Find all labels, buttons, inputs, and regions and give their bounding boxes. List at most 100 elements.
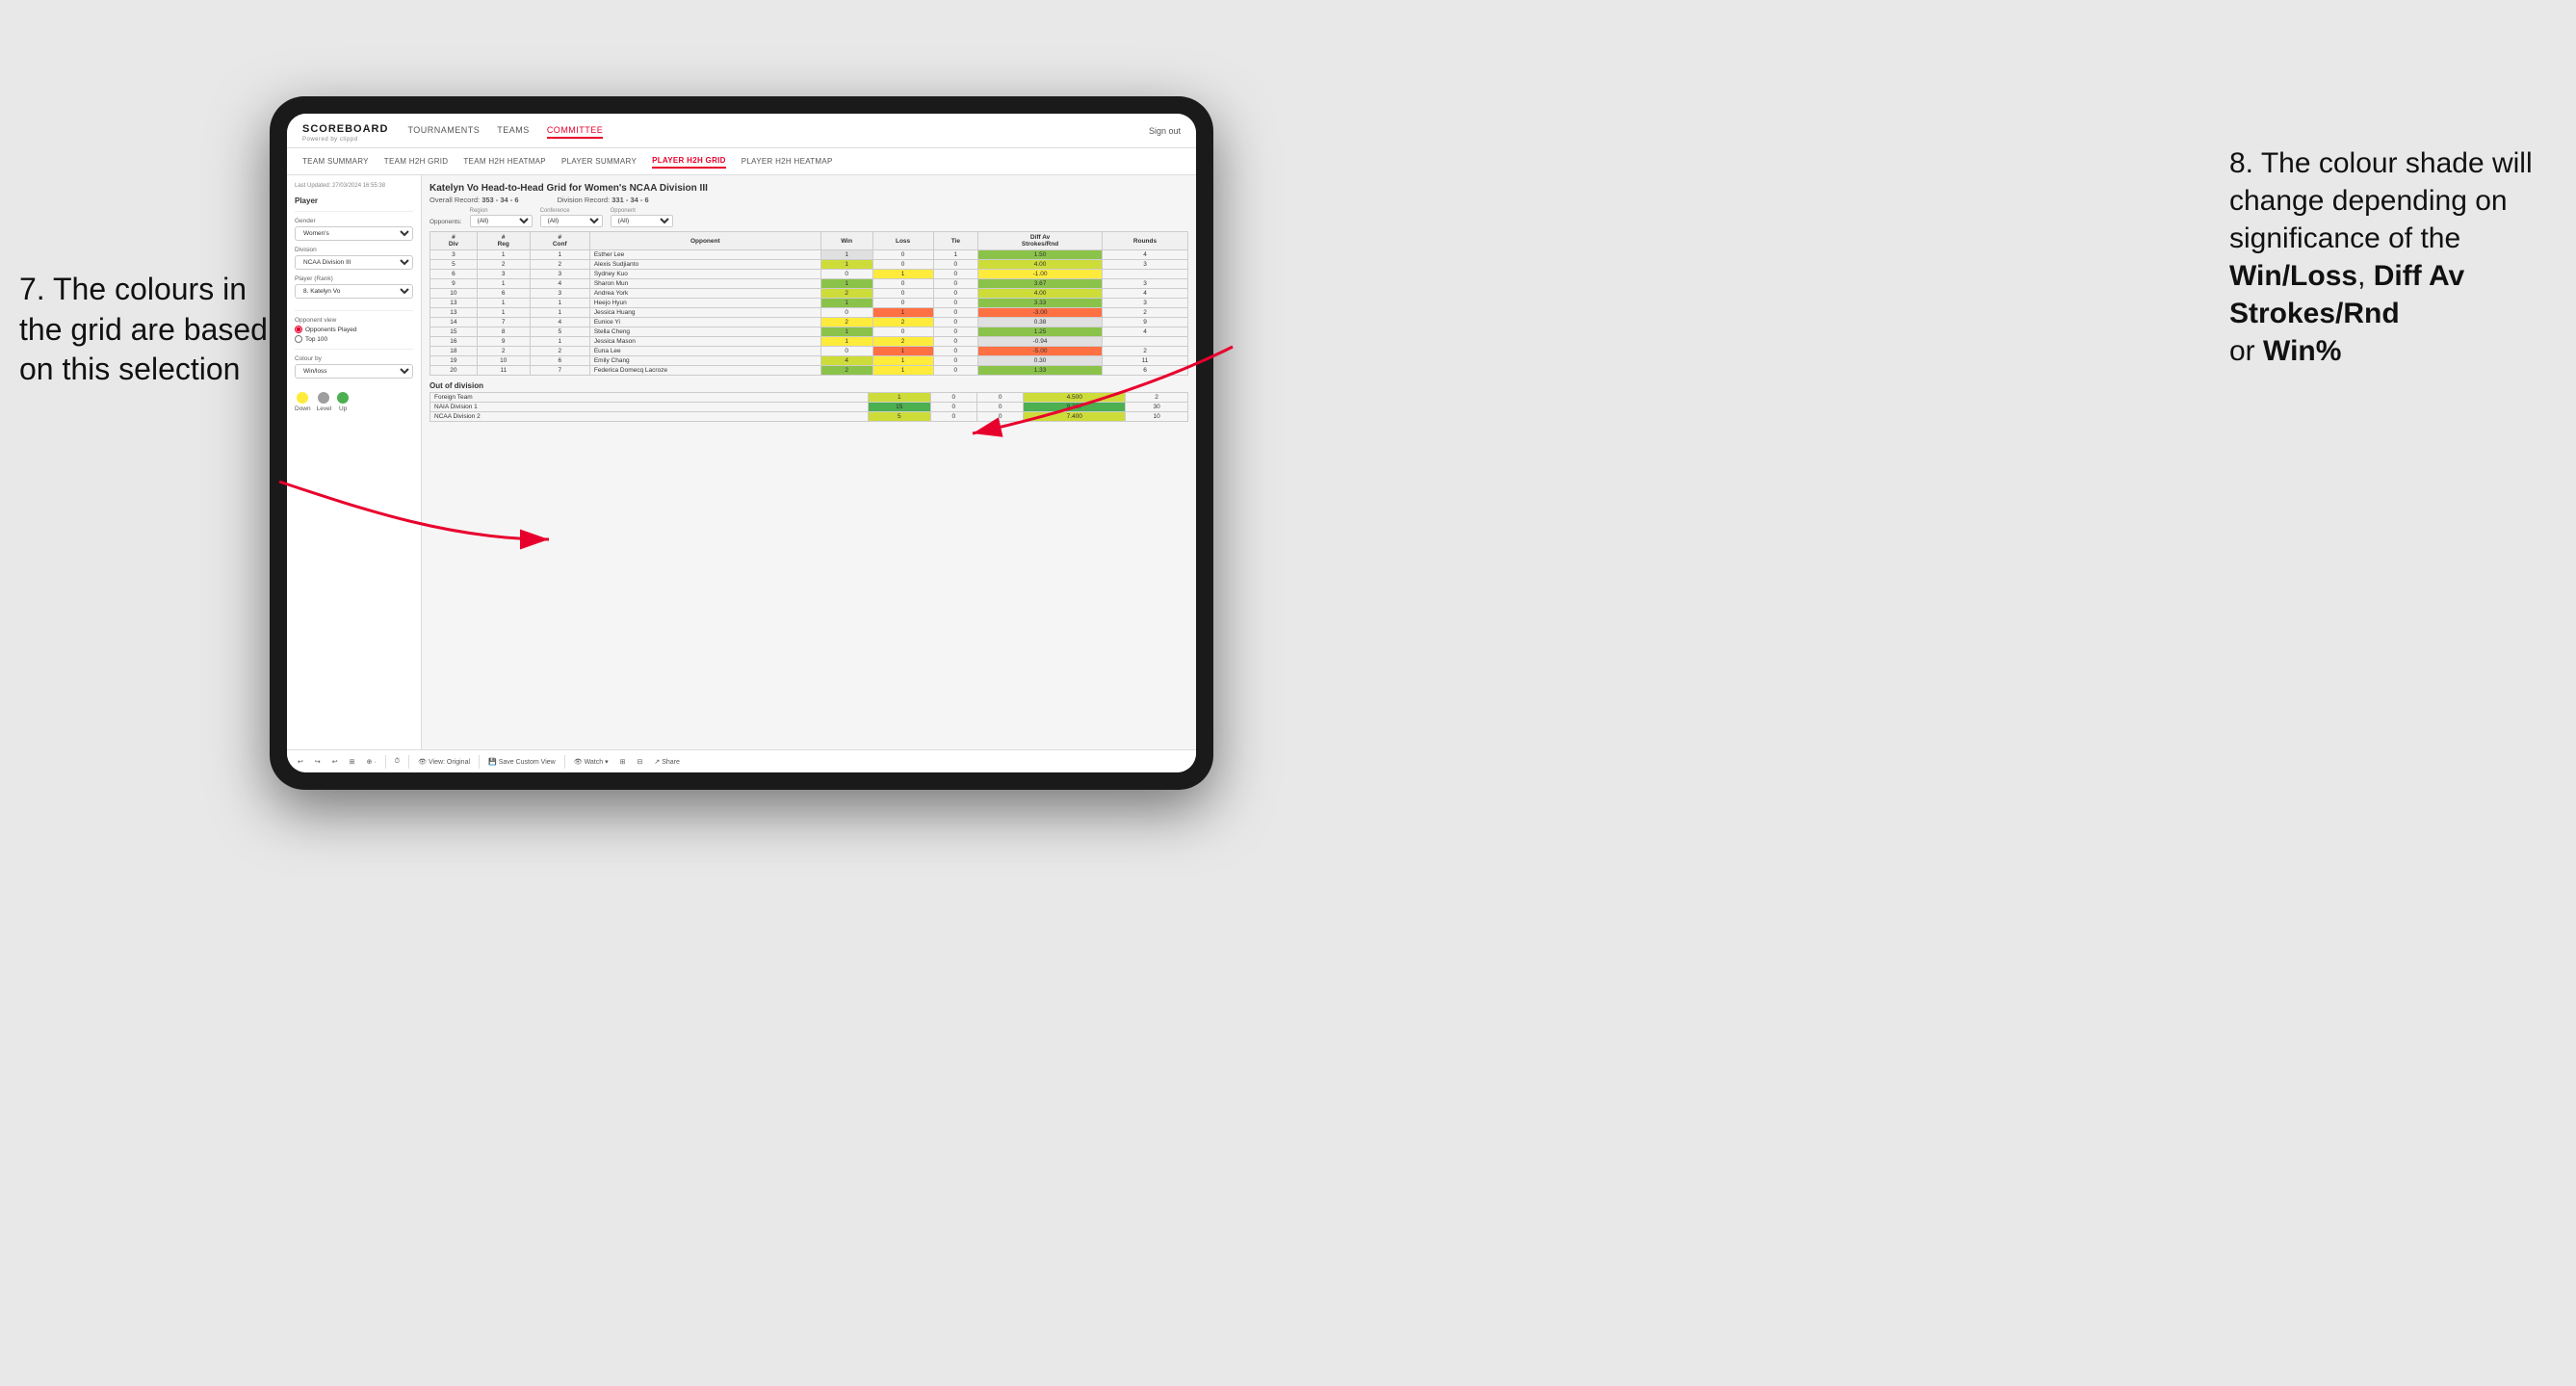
col-tie: Tie xyxy=(933,232,977,250)
redo2-button[interactable]: ↩ xyxy=(329,757,341,767)
sub-nav-team-summary[interactable]: TEAM SUMMARY xyxy=(302,155,369,168)
out-of-division-table: Foreign Team 1 0 0 4.500 2 NAIA Division… xyxy=(429,392,1188,422)
opponent-select[interactable]: (All) xyxy=(611,215,673,227)
legend-down-dot xyxy=(297,392,308,404)
layout-button[interactable]: ⊞ xyxy=(617,757,629,767)
grid-title-area: Katelyn Vo Head-to-Head Grid for Women's… xyxy=(429,183,1188,204)
app-navbar: SCOREBOARD Powered by clippd TOURNAMENTS… xyxy=(287,114,1196,148)
more-button[interactable]: ⊕ · xyxy=(364,757,379,767)
table-row: 5 2 2 Alexis Sudjianto 1 0 0 4.00 3 xyxy=(430,260,1188,270)
legend-down-label: Down xyxy=(295,405,311,412)
grid-main-title: Katelyn Vo Head-to-Head Grid for Women's… xyxy=(429,183,1188,194)
nav-committee[interactable]: COMMITTEE xyxy=(547,123,604,139)
legend-level: Level xyxy=(317,392,332,412)
panel-timestamp: Last Updated: 27/03/2024 16:55:38 xyxy=(295,183,413,189)
toolbar-divider-3 xyxy=(479,755,480,769)
bottom-toolbar: ↩ ↪ ↩ ⊞ ⊕ · ⏱ 👁 View: Original 💾 Save Cu… xyxy=(287,749,1196,772)
table-row: 3 1 1 Esther Lee 1 0 1 1.50 4 xyxy=(430,250,1188,260)
legend-up-label: Up xyxy=(339,405,347,412)
opponent-view-radio-group: Opponents Played Top 100 xyxy=(295,326,413,343)
toolbar-divider-4 xyxy=(564,755,565,769)
legend-down: Down xyxy=(295,392,311,412)
radio-top100[interactable]: Top 100 xyxy=(295,335,413,343)
col-reg: #Reg xyxy=(477,232,530,250)
table-row: 15 8 5 Stella Cheng 1 0 0 1.25 4 xyxy=(430,327,1188,337)
annotation-right: 8. The colour shade will change dependin… xyxy=(2229,144,2537,370)
region-filter: Region (All) xyxy=(470,208,533,227)
opponents-label: Opponents: xyxy=(429,219,462,225)
player-rank-label: Player (Rank) xyxy=(295,275,413,282)
region-label: Region xyxy=(470,208,533,214)
share-button[interactable]: ↗ Share xyxy=(651,757,683,767)
view-original-button[interactable]: 👁 View: Original xyxy=(415,757,473,767)
sub-nav-team-h2h-grid[interactable]: TEAM H2H GRID xyxy=(384,155,449,168)
conference-filter: Conference (All) xyxy=(540,208,603,227)
table-row: 18 2 2 Euna Lee 0 1 0 -5.00 2 xyxy=(430,347,1188,356)
sub-nav-player-summary[interactable]: PLAYER SUMMARY xyxy=(561,155,637,168)
player-rank-select[interactable]: 8. Katelyn Vo xyxy=(295,284,413,299)
col-win: Win xyxy=(820,232,872,250)
table-row: 10 6 3 Andrea York 2 0 0 4.00 4 xyxy=(430,289,1188,299)
legend-row: Down Level Up xyxy=(295,392,413,412)
left-panel: Last Updated: 27/03/2024 16:55:38 Player… xyxy=(287,175,422,749)
opponent-label: Opponent xyxy=(611,208,673,214)
col-div: #Div xyxy=(430,232,478,250)
annotation-left: 7. The colours in the grid are based on … xyxy=(19,270,268,390)
table-header-row: #Div #Reg #Conf Opponent Win Loss Tie Di… xyxy=(430,232,1188,250)
undo-button[interactable]: ↩ xyxy=(295,757,306,767)
table-row: 20 11 7 Federica Domecq Lacroze 2 1 0 1.… xyxy=(430,366,1188,376)
col-conf: #Conf xyxy=(530,232,589,250)
sub-nav-team-h2h-heatmap[interactable]: TEAM H2H HEATMAP xyxy=(463,155,546,168)
opponent-view-label: Opponent view xyxy=(295,317,413,324)
col-rounds: Rounds xyxy=(1103,232,1188,250)
division-select[interactable]: NCAA Division III xyxy=(295,255,413,270)
gender-label: Gender xyxy=(295,218,413,224)
save-icon: 💾 xyxy=(488,759,497,766)
toolbar-divider-2 xyxy=(408,755,409,769)
sub-nav-player-h2h-grid[interactable]: PLAYER H2H GRID xyxy=(652,154,726,169)
redo-button[interactable]: ↪ xyxy=(312,757,324,767)
table-row: 13 1 1 Heejo Hyun 1 0 0 3.33 3 xyxy=(430,299,1188,308)
app-logo: SCOREBOARD Powered by clippd xyxy=(302,119,407,143)
legend-level-dot xyxy=(318,392,329,404)
colour-by-label: Colour by xyxy=(295,355,413,362)
overall-record: Overall Record: 353 - 34 - 6 xyxy=(429,196,519,204)
grid-records: Overall Record: 353 - 34 - 6 Division Re… xyxy=(429,196,1188,204)
table-row: 9 1 4 Sharon Mun 1 0 0 3.67 3 xyxy=(430,279,1188,289)
ood-table-row: Foreign Team 1 0 0 4.500 2 xyxy=(430,393,1188,403)
col-opponent: Opponent xyxy=(589,232,820,250)
clock-button[interactable]: ⏱ xyxy=(392,757,403,767)
gender-select[interactable]: Women's xyxy=(295,226,413,241)
nav-teams[interactable]: TEAMS xyxy=(497,123,530,139)
save-custom-view-button[interactable]: 💾 Save Custom View xyxy=(485,757,559,767)
ood-table-row: NCAA Division 2 5 0 0 7.400 10 xyxy=(430,412,1188,422)
table-row: 6 3 3 Sydney Kuo 0 1 0 -1.00 xyxy=(430,270,1188,279)
colour-by-select[interactable]: Win/loss xyxy=(295,364,413,379)
table-row: 14 7 4 Eunice Yi 2 2 0 0.38 9 xyxy=(430,318,1188,327)
conference-select[interactable]: (All) xyxy=(540,215,603,227)
panel-player-title: Player xyxy=(295,196,413,205)
legend-up: Up xyxy=(337,392,349,412)
table-row: 13 1 1 Jessica Huang 0 1 0 -3.00 2 xyxy=(430,308,1188,318)
division-record: Division Record: 331 - 34 - 6 xyxy=(558,196,649,204)
refresh-button[interactable]: ⊞ xyxy=(347,757,358,767)
division-label: Division xyxy=(295,247,413,253)
nav-tournaments[interactable]: TOURNAMENTS xyxy=(407,123,480,139)
share-icon: ↗ xyxy=(654,759,660,766)
sub-navbar: TEAM SUMMARY TEAM H2H GRID TEAM H2H HEAT… xyxy=(287,148,1196,175)
ood-table-row: NAIA Division 1 15 0 0 9.267 30 xyxy=(430,403,1188,412)
filters-row: Opponents: Region (All) Conference (All) xyxy=(429,208,1188,227)
watch-button[interactable]: 👁 Watch ▾ xyxy=(571,757,611,767)
nav-sign-out[interactable]: Sign out xyxy=(1149,126,1181,136)
radio-opponents-played[interactable]: Opponents Played xyxy=(295,326,413,333)
eye-icon: 👁 xyxy=(418,759,427,766)
conference-label: Conference xyxy=(540,208,603,214)
table-row: 16 9 1 Jessica Mason 1 2 0 -0.94 xyxy=(430,337,1188,347)
table-row: 19 10 6 Emily Chang 4 1 0 0.30 11 xyxy=(430,356,1188,366)
nav-items: TOURNAMENTS TEAMS COMMITTEE xyxy=(407,123,1149,139)
right-panel: Katelyn Vo Head-to-Head Grid for Women's… xyxy=(422,175,1196,749)
grid-button[interactable]: ⊟ xyxy=(634,757,645,767)
sub-nav-player-h2h-heatmap[interactable]: PLAYER H2H HEATMAP xyxy=(742,155,833,168)
col-loss: Loss xyxy=(872,232,933,250)
region-select[interactable]: (All) xyxy=(470,215,533,227)
